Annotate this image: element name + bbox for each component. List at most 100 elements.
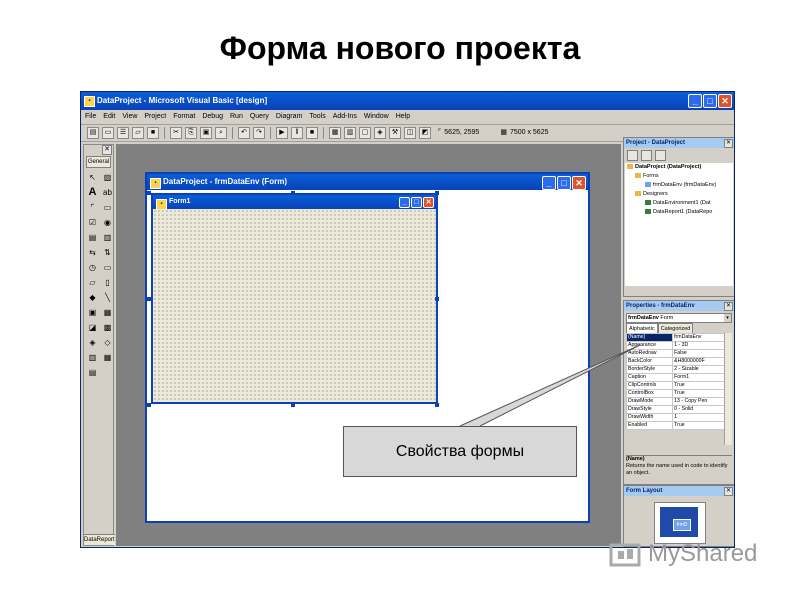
property-row[interactable]: BorderStyle 2 - Sizable <box>625 365 726 374</box>
property-row[interactable]: Appearance 1 - 3D <box>625 341 726 350</box>
designer-minimize-button[interactable]: _ <box>542 176 556 190</box>
combobox-tool-icon[interactable]: ▤ <box>87 232 98 243</box>
resize-handle[interactable] <box>435 297 439 301</box>
property-value[interactable]: True <box>672 421 726 430</box>
property-row[interactable]: AutoRedraw False <box>625 349 726 358</box>
property-row[interactable]: DrawStyle 0 - Solid <box>625 405 726 414</box>
textbox-tool-icon[interactable]: ab <box>102 187 113 198</box>
property-row[interactable]: ControlBox True <box>625 389 726 398</box>
property-value[interactable]: Form1 <box>672 373 726 382</box>
toolbox-datareport-tab[interactable]: DataReport <box>84 534 115 545</box>
image-tool-icon[interactable]: ▣ <box>87 307 98 318</box>
file-list-tool-icon[interactable]: ▯ <box>102 277 113 288</box>
pause-icon[interactable]: ‖ <box>291 127 303 139</box>
form1-minimize-button[interactable]: _ <box>399 197 410 208</box>
property-value[interactable]: 0 - Solid <box>672 405 726 414</box>
picture-box-tool-icon[interactable]: ▨ <box>102 172 113 183</box>
toolbox-close-button[interactable]: ✕ <box>102 145 112 155</box>
menu-diagram[interactable]: Diagram <box>276 110 302 124</box>
adodc-tool-icon[interactable]: ◈ <box>87 337 98 348</box>
copy-icon[interactable]: ⎘ <box>185 127 197 139</box>
minimize-button[interactable]: _ <box>688 94 702 108</box>
view-code-icon[interactable] <box>627 150 638 161</box>
line-tool-icon[interactable]: ╲ <box>102 292 113 303</box>
tree-item[interactable]: DataEnvironment1 (Dat <box>625 199 733 208</box>
resize-handle[interactable] <box>291 191 295 195</box>
property-row[interactable]: (Name) frmDataEnv <box>625 333 726 342</box>
menu-tools[interactable]: Tools <box>309 110 325 124</box>
shape-tool-icon[interactable]: ◆ <box>87 292 98 303</box>
menu-format[interactable]: Format <box>173 110 195 124</box>
menu-edit[interactable]: Edit <box>103 110 115 124</box>
close-button[interactable]: ✕ <box>718 94 732 108</box>
hscroll-tool-icon[interactable]: ⇆ <box>87 247 98 258</box>
properties-scrollbar[interactable] <box>724 333 732 445</box>
hflex-grid-tool-icon[interactable]: ▦ <box>102 352 113 363</box>
add-form-icon[interactable]: ▭ <box>102 127 114 139</box>
designer-close-button[interactable]: ✕ <box>572 176 586 190</box>
find-icon[interactable]: ⌕ <box>215 127 227 139</box>
form1-design-surface[interactable]: ▪ Form1 _ □ ✕ <box>151 193 438 404</box>
data-view-icon[interactable]: ◫ <box>404 127 416 139</box>
tree-item[interactable]: DataProject (DataProject) <box>625 163 733 172</box>
layout-form-preview[interactable]: frmD <box>673 519 691 531</box>
menu-project[interactable]: Project <box>144 110 166 124</box>
label-tool-icon[interactable]: A <box>87 187 98 198</box>
property-value[interactable]: True <box>672 381 726 390</box>
property-value[interactable]: 1 - 3D <box>672 341 726 350</box>
data-tool-icon[interactable]: ▦ <box>102 307 113 318</box>
property-row[interactable]: BackColor &H8000000F <box>625 357 726 366</box>
property-row[interactable]: Enabled True <box>625 421 726 430</box>
designer-maximize-button[interactable]: □ <box>557 176 571 190</box>
property-value[interactable]: 13 - Copy Pen <box>672 397 726 406</box>
maximize-button[interactable]: □ <box>703 94 717 108</box>
property-value[interactable]: 2 - Sizable <box>672 365 726 374</box>
property-value[interactable]: frmDataEnv <box>672 333 726 342</box>
resize-handle[interactable] <box>291 403 295 407</box>
option-button-tool-icon[interactable]: ◉ <box>102 217 113 228</box>
properties-close-button[interactable]: ✕ <box>724 302 733 311</box>
run-icon[interactable]: ▶ <box>276 127 288 139</box>
tree-item[interactable]: Forms <box>625 172 733 181</box>
tab-alphabetic[interactable]: Alphabetic <box>626 323 658 333</box>
paste-icon[interactable]: ▣ <box>200 127 212 139</box>
toolbox-icon[interactable]: ⚒ <box>389 127 401 139</box>
redo-icon[interactable]: ↷ <box>253 127 265 139</box>
chevron-down-icon[interactable]: ▾ <box>724 314 731 322</box>
project-explorer-close-button[interactable]: ✕ <box>724 139 733 148</box>
stop-icon[interactable]: ■ <box>306 127 318 139</box>
object-browser-icon[interactable]: ◈ <box>374 127 386 139</box>
command-button-tool-icon[interactable]: ▭ <box>102 202 113 213</box>
menu-editor-icon[interactable]: ☰ <box>117 127 129 139</box>
mschart-tool-icon[interactable]: ▥ <box>87 352 98 363</box>
properties-window-icon[interactable]: ▥ <box>344 127 356 139</box>
timer-tool-icon[interactable]: ◷ <box>87 262 98 273</box>
form1-grid[interactable] <box>153 209 436 402</box>
tree-item[interactable]: DataReport1 (DataRepo <box>625 208 733 217</box>
menu-add-ins[interactable]: Add-Ins <box>333 110 357 124</box>
menu-view[interactable]: View <box>122 110 137 124</box>
grid-tool-icon[interactable]: ▩ <box>102 322 113 333</box>
add-project-icon[interactable]: ▤ <box>87 127 99 139</box>
resize-handle[interactable] <box>435 191 439 195</box>
resize-handle[interactable] <box>435 403 439 407</box>
save-icon[interactable]: ■ <box>147 127 159 139</box>
menu-help[interactable]: Help <box>396 110 410 124</box>
vscroll-tool-icon[interactable]: ⇅ <box>102 247 113 258</box>
pointer-tool-icon[interactable]: ↖ <box>87 172 98 183</box>
property-value[interactable]: False <box>672 349 726 358</box>
tree-item[interactable]: frmDataEnv (frmDataEnv) <box>625 181 733 190</box>
open-icon[interactable]: ▱ <box>132 127 144 139</box>
property-row[interactable]: DrawWidth 1 <box>625 413 726 422</box>
view-object-icon[interactable] <box>641 150 652 161</box>
property-row[interactable]: DrawMode 13 - Copy Pen <box>625 397 726 406</box>
resize-handle[interactable] <box>147 191 151 195</box>
undo-icon[interactable]: ↶ <box>238 127 250 139</box>
ole-tool-icon[interactable]: ◪ <box>87 322 98 333</box>
menu-run[interactable]: Run <box>230 110 243 124</box>
menu-file[interactable]: File <box>85 110 96 124</box>
toggle-folders-icon[interactable] <box>655 150 666 161</box>
extra-tool-icon[interactable]: ▤ <box>87 367 98 378</box>
form-layout-close-button[interactable]: ✕ <box>724 487 733 496</box>
property-value[interactable]: 1 <box>672 413 726 422</box>
